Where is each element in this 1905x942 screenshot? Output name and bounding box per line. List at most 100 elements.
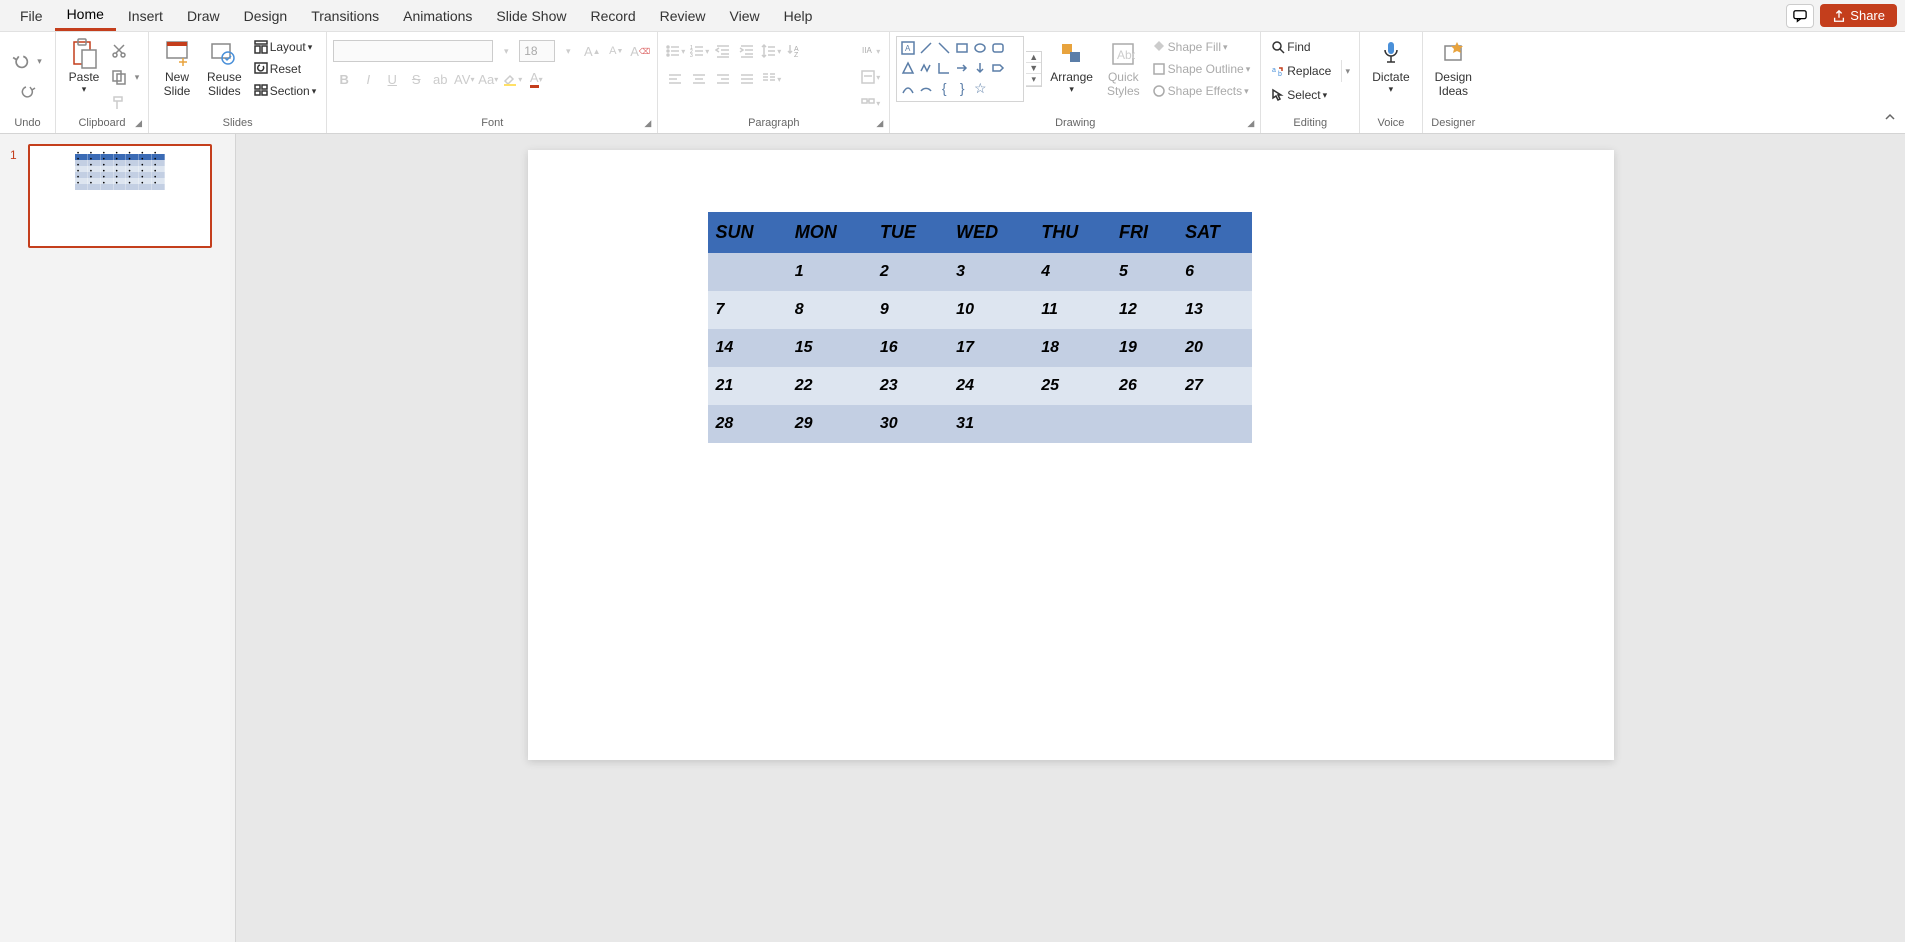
shape-curve-icon[interactable] — [899, 79, 917, 97]
copy-dropdown[interactable]: ▾ — [132, 66, 142, 88]
shape-line2-icon[interactable] — [935, 39, 953, 57]
shape-star-icon[interactable]: ☆ — [971, 79, 989, 97]
new-slide-button[interactable]: New Slide — [155, 36, 199, 100]
layout-button[interactable]: Layout ▾ — [250, 38, 321, 56]
italic-button[interactable]: I — [357, 68, 379, 90]
shape-outline-button[interactable]: Shape Outline ▾ — [1148, 60, 1255, 78]
reset-button[interactable]: Reset — [250, 60, 321, 78]
tab-home[interactable]: Home — [55, 0, 116, 31]
calendar-cell[interactable]: 5 — [1111, 253, 1177, 291]
calendar-cell[interactable]: 16 — [872, 329, 948, 367]
columns-button[interactable]: ▾ — [760, 68, 782, 90]
design-ideas-button[interactable]: Design Ideas — [1429, 36, 1478, 100]
tab-help[interactable]: Help — [772, 2, 825, 30]
calendar-table[interactable]: SUN MON TUE WED THU FRI SAT 1 2 3 4 5 6 — [708, 212, 1252, 443]
calendar-header-cell[interactable]: TUE — [872, 212, 948, 253]
quick-styles-button[interactable]: Abc Quick Styles — [1101, 36, 1146, 100]
calendar-cell[interactable]: 7 — [708, 291, 787, 329]
redo-button[interactable] — [17, 81, 39, 103]
calendar-cell[interactable]: 9 — [872, 291, 948, 329]
calendar-cell[interactable]: 19 — [1111, 329, 1177, 367]
char-spacing-button[interactable]: AV▾ — [453, 68, 475, 90]
align-left-button[interactable] — [664, 68, 686, 90]
calendar-header-cell[interactable]: FRI — [1111, 212, 1177, 253]
shape-effects-button[interactable]: Shape Effects ▾ — [1148, 82, 1255, 100]
replace-button[interactable]: abReplace — [1267, 62, 1335, 80]
shape-roundrect-icon[interactable] — [989, 39, 1007, 57]
section-button[interactable]: Section ▾ — [250, 82, 321, 100]
tab-animations[interactable]: Animations — [391, 2, 484, 30]
calendar-cell[interactable]: 17 — [948, 329, 1033, 367]
justify-button[interactable] — [736, 68, 758, 90]
shadow-button[interactable]: ab — [429, 68, 451, 90]
shape-rect-icon[interactable] — [953, 39, 971, 57]
reuse-slides-button[interactable]: Reuse Slides — [201, 36, 248, 100]
calendar-cell[interactable]: 14 — [708, 329, 787, 367]
copy-button[interactable] — [108, 66, 130, 88]
tab-design[interactable]: Design — [232, 2, 300, 30]
calendar-cell[interactable]: 31 — [948, 405, 1033, 443]
underline-button[interactable]: U — [381, 68, 403, 90]
calendar-cell[interactable] — [1177, 405, 1251, 443]
shape-brace-close-icon[interactable]: } — [953, 79, 971, 97]
shape-triangle-icon[interactable] — [899, 59, 917, 77]
launcher-icon[interactable]: ◢ — [876, 118, 883, 129]
shape-textbox-icon[interactable]: A — [899, 39, 917, 57]
strikethrough-button[interactable]: S — [405, 68, 427, 90]
calendar-cell[interactable]: 29 — [787, 405, 872, 443]
comments-button[interactable] — [1786, 4, 1814, 28]
shape-fill-button[interactable]: Shape Fill ▾ — [1148, 38, 1255, 56]
calendar-header-cell[interactable]: WED — [948, 212, 1033, 253]
calendar-cell[interactable]: 2 — [872, 253, 948, 291]
arrange-button[interactable]: Arrange ▾ — [1044, 36, 1099, 97]
calendar-cell[interactable]: 4 — [1033, 253, 1111, 291]
calendar-cell[interactable]: 18 — [1033, 329, 1111, 367]
bullets-button[interactable]: ▾ — [664, 40, 686, 62]
calendar-cell[interactable] — [1033, 405, 1111, 443]
tab-draw[interactable]: Draw — [175, 2, 232, 30]
calendar-cell[interactable] — [708, 253, 787, 291]
shape-pentagon-icon[interactable] — [989, 59, 1007, 77]
find-button[interactable]: Find — [1267, 38, 1314, 56]
align-right-button[interactable] — [712, 68, 734, 90]
increase-indent-button[interactable] — [736, 40, 758, 62]
shape-line-icon[interactable] — [917, 39, 935, 57]
calendar-cell[interactable]: 22 — [787, 367, 872, 405]
calendar-header-cell[interactable]: SUN — [708, 212, 787, 253]
calendar-cell[interactable]: 10 — [948, 291, 1033, 329]
convert-smartart-button[interactable]: ▾ — [859, 92, 881, 114]
shapes-gallery[interactable]: A { } ☆ — [896, 36, 1024, 102]
align-text-button[interactable]: ▾ — [859, 66, 881, 88]
share-button[interactable]: Share — [1820, 4, 1897, 27]
scroll-more-icon[interactable]: ▾ — [1026, 74, 1041, 86]
launcher-icon[interactable]: ◢ — [644, 118, 651, 129]
canvas-area[interactable]: SUN MON TUE WED THU FRI SAT 1 2 3 4 5 6 — [236, 134, 1905, 942]
calendar-cell[interactable]: 25 — [1033, 367, 1111, 405]
shape-arrowdown-icon[interactable] — [971, 59, 989, 77]
calendar-cell[interactable]: 21 — [708, 367, 787, 405]
collapse-ribbon-button[interactable] — [1883, 110, 1897, 127]
font-size-dropdown-icon[interactable]: ▾ — [557, 40, 579, 62]
launcher-icon[interactable]: ◢ — [135, 118, 142, 129]
dictate-button[interactable]: Dictate ▾ — [1366, 36, 1415, 97]
calendar-cell[interactable]: 24 — [948, 367, 1033, 405]
tab-file[interactable]: File — [8, 2, 55, 30]
font-name-input[interactable] — [333, 40, 493, 62]
scroll-down-icon[interactable]: ▼ — [1026, 63, 1041, 74]
calendar-cell[interactable]: 30 — [872, 405, 948, 443]
launcher-icon[interactable]: ◢ — [1247, 118, 1254, 129]
paste-button[interactable]: Paste ▾ — [62, 36, 106, 97]
shape-zigzag-icon[interactable] — [917, 59, 935, 77]
calendar-header-cell[interactable]: THU — [1033, 212, 1111, 253]
undo-dropdown[interactable]: ▾ — [34, 51, 46, 73]
calendar-cell[interactable]: 12 — [1111, 291, 1177, 329]
calendar-cell[interactable]: 11 — [1033, 291, 1111, 329]
replace-dropdown[interactable]: ▾ — [1341, 60, 1353, 82]
calendar-cell[interactable]: 15 — [787, 329, 872, 367]
line-spacing-button[interactable]: ▾ — [760, 40, 782, 62]
increase-font-button[interactable]: A▲ — [581, 40, 603, 62]
font-name-dropdown-icon[interactable]: ▾ — [495, 40, 517, 62]
calendar-cell[interactable]: 28 — [708, 405, 787, 443]
shape-corner-icon[interactable] — [935, 59, 953, 77]
calendar-cell[interactable]: 13 — [1177, 291, 1251, 329]
